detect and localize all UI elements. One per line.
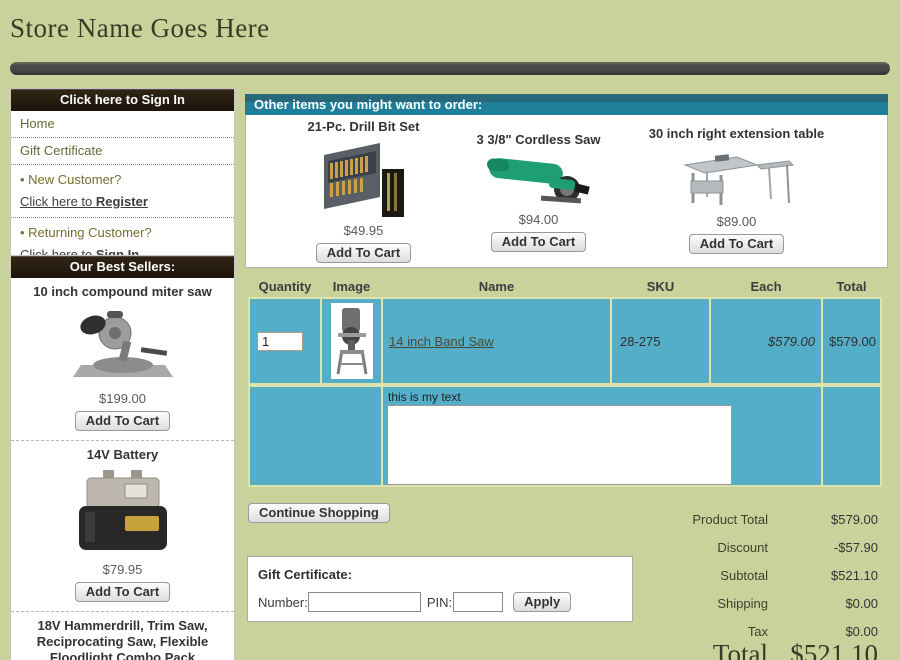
best-seller-item: 10 inch compound miter saw $199.00 Add T… bbox=[11, 278, 234, 441]
column-header-sku: SKU bbox=[612, 278, 709, 297]
totals-row: Subtotal $521.10 bbox=[600, 561, 878, 589]
product-title: 21-Pc. Drill Bit Set bbox=[271, 119, 456, 134]
gift-pin-input[interactable] bbox=[453, 592, 503, 612]
product-price: $199.00 bbox=[15, 391, 230, 406]
store-title: Store Name Goes Here bbox=[10, 13, 270, 44]
header-divider-bar bbox=[10, 62, 890, 75]
cart-note-row: this is my text bbox=[250, 387, 880, 485]
quantity-input[interactable] bbox=[257, 332, 303, 351]
product-title: 14V Battery bbox=[15, 447, 230, 463]
sku-cell: 28-275 bbox=[612, 299, 709, 383]
new-customer-block: • New Customer? Click here to Register bbox=[11, 165, 234, 218]
totals-label: Tax bbox=[600, 624, 768, 639]
totals-label: Product Total bbox=[600, 512, 768, 527]
product-price: $79.95 bbox=[15, 562, 230, 577]
total-cell: $579.00 bbox=[823, 299, 880, 383]
note-textarea[interactable] bbox=[387, 405, 732, 485]
column-header-each: Each bbox=[711, 278, 821, 297]
new-customer-prompt: • New Customer? bbox=[20, 172, 225, 187]
sidebar-link-gift-certificate[interactable]: Gift Certificate bbox=[11, 138, 234, 165]
name-cell: 14 inch Band Saw bbox=[383, 299, 610, 383]
cordless-saw-image bbox=[446, 152, 631, 208]
signin-panel-header[interactable]: Click here to Sign In bbox=[11, 89, 234, 111]
suggestion-item: 3 3/8" Cordless Saw $94.00 Add To Cart bbox=[446, 132, 631, 252]
product-title: 3 3/8" Cordless Saw bbox=[446, 132, 631, 147]
cart-table-header: Quantity Image Name SKU Each Total bbox=[248, 278, 882, 297]
register-link[interactable]: Click here to Register bbox=[20, 194, 148, 209]
product-title: 18V Hammerdrill, Trim Saw, Reciprocating… bbox=[15, 618, 230, 660]
note-row-spacer-cell bbox=[250, 387, 381, 485]
quantity-cell bbox=[250, 299, 320, 383]
add-to-cart-button[interactable]: Add To Cart bbox=[491, 232, 586, 252]
extension-table-image bbox=[639, 146, 834, 210]
totals-row: Product Total $579.00 bbox=[600, 505, 878, 533]
band-saw-image bbox=[331, 303, 373, 379]
note-label: this is my text bbox=[383, 387, 821, 405]
drill-bit-set-image bbox=[271, 139, 456, 219]
product-price: $49.95 bbox=[271, 223, 456, 238]
miter-saw-image bbox=[15, 304, 230, 386]
best-sellers-header: Our Best Sellers: bbox=[11, 256, 234, 278]
totals-value: $0.00 bbox=[768, 624, 878, 639]
grand-total-label: Total bbox=[600, 639, 768, 660]
returning-customer-prompt: • Returning Customer? bbox=[20, 225, 225, 240]
totals-label: Discount bbox=[600, 540, 768, 555]
gift-certificate-panel: Gift Certificate: Number: PIN: Apply bbox=[247, 556, 633, 622]
column-header-image: Image bbox=[322, 278, 381, 297]
cart-item-each-price: $579.00 bbox=[711, 334, 821, 349]
product-title: 30 inch right extension table bbox=[639, 126, 834, 141]
column-header-name: Name bbox=[383, 278, 610, 297]
suggestions-header: Other items you might want to order: bbox=[245, 94, 888, 115]
add-to-cart-button[interactable]: Add To Cart bbox=[75, 582, 170, 602]
apply-button[interactable]: Apply bbox=[513, 592, 571, 612]
cart-table: 14 inch Band Saw 28-275 $579.00 $579.00 … bbox=[248, 297, 882, 487]
gift-number-input[interactable] bbox=[308, 592, 421, 612]
product-title: 10 inch compound miter saw bbox=[15, 284, 230, 300]
best-seller-item: 14V Battery $79.95 Add To Cart bbox=[11, 441, 234, 612]
suggestion-item: 30 inch right extension table $89.00 Add… bbox=[639, 126, 834, 254]
totals-row: Shipping $0.00 bbox=[600, 589, 878, 617]
product-price: $89.00 bbox=[639, 214, 834, 229]
grand-total-row: Total $521.10 bbox=[600, 639, 878, 660]
cart-item-row: 14 inch Band Saw 28-275 $579.00 $579.00 bbox=[250, 299, 880, 383]
suggestion-item: 21-Pc. Drill Bit Set bbox=[271, 119, 456, 263]
sidebar-link-home[interactable]: Home bbox=[11, 111, 234, 138]
gift-certificate-title: Gift Certificate: bbox=[258, 567, 622, 582]
battery-image bbox=[15, 467, 230, 557]
order-totals: Product Total $579.00 Discount -$57.90 S… bbox=[600, 505, 878, 645]
signin-panel: Click here to Sign In Home Gift Certific… bbox=[10, 88, 235, 272]
each-cell: $579.00 bbox=[711, 299, 821, 383]
gift-number-label: Number: bbox=[258, 595, 308, 610]
add-to-cart-button[interactable]: Add To Cart bbox=[75, 411, 170, 431]
add-to-cart-button[interactable]: Add To Cart bbox=[316, 243, 411, 263]
grand-total-value: $521.10 bbox=[768, 639, 878, 660]
note-row-end-cell bbox=[823, 387, 880, 485]
gift-pin-label: PIN: bbox=[427, 595, 452, 610]
product-price: $94.00 bbox=[446, 212, 631, 227]
page: Store Name Goes Here Click here to Sign … bbox=[0, 0, 900, 660]
cart-item-total-price: $579.00 bbox=[823, 334, 880, 349]
totals-row: Discount -$57.90 bbox=[600, 533, 878, 561]
cart-item-sku: 28-275 bbox=[612, 334, 660, 349]
totals-value: $521.10 bbox=[768, 568, 878, 583]
column-header-quantity: Quantity bbox=[250, 278, 320, 297]
totals-value: $579.00 bbox=[768, 512, 878, 527]
best-seller-item: 18V Hammerdrill, Trim Saw, Reciprocating… bbox=[11, 612, 234, 660]
column-header-total: Total bbox=[823, 278, 880, 297]
cart-item-link[interactable]: 14 inch Band Saw bbox=[383, 334, 494, 349]
totals-value: -$57.90 bbox=[768, 540, 878, 555]
note-cell: this is my text bbox=[383, 387, 821, 485]
register-link-bold: Register bbox=[96, 194, 148, 209]
image-cell bbox=[322, 299, 381, 383]
totals-value: $0.00 bbox=[768, 596, 878, 611]
best-sellers-panel: Our Best Sellers: 10 inch compound miter… bbox=[10, 255, 235, 660]
register-link-text: Click here to bbox=[20, 194, 96, 209]
add-to-cart-button[interactable]: Add To Cart bbox=[689, 234, 784, 254]
suggestions-panel: 21-Pc. Drill Bit Set bbox=[245, 115, 888, 268]
continue-shopping-button[interactable]: Continue Shopping bbox=[248, 503, 390, 523]
totals-label: Shipping bbox=[600, 596, 768, 611]
totals-label: Subtotal bbox=[600, 568, 768, 583]
